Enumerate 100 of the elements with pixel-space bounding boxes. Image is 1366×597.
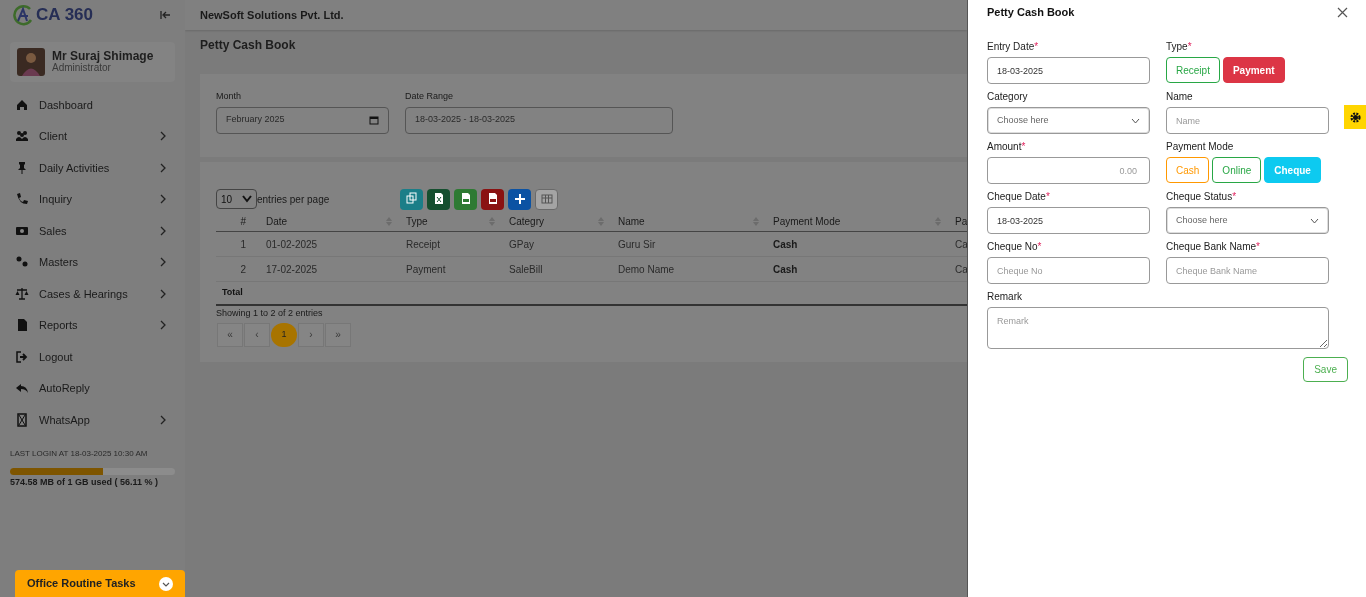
field-label: Name: [1166, 90, 1194, 103]
table-cell-text: SaleBill: [508, 262, 544, 277]
nav-item[interactable]: Cases & Hearings: [0, 278, 185, 310]
column-header[interactable]: Name: [608, 211, 763, 231]
nav-item[interactable]: AutoReply: [0, 372, 185, 404]
input-field[interactable]: Cheque Bank Name: [1166, 257, 1329, 284]
chevron-icon: [159, 225, 167, 236]
table-cell-text: Payment: [405, 262, 447, 277]
page-button[interactable]: ‹: [244, 322, 270, 347]
panel-title: Petty Cash Book: [987, 5, 1075, 21]
toggle-button[interactable]: Cash: [1166, 157, 1210, 183]
column-header[interactable]: #: [216, 211, 256, 231]
csv-button[interactable]: [454, 188, 478, 210]
nav-item[interactable]: Daily Activities: [0, 152, 185, 184]
storage-text: 574.58 MB of 1 GB used ( 56.11 % ): [9, 475, 160, 489]
column-header[interactable]: Date: [256, 211, 396, 231]
column-header[interactable]: Type: [396, 211, 499, 231]
input-field[interactable]: 18-03-2025: [987, 207, 1150, 234]
field-label: Remark: [987, 290, 1023, 303]
avatar-icon: [17, 48, 45, 76]
input-field[interactable]: 18-03-2025: [987, 57, 1150, 84]
input-field[interactable]: Cheque No: [987, 257, 1150, 284]
input-field[interactable]: Name: [1166, 107, 1329, 134]
entries-label: entries per page: [257, 192, 330, 207]
field-label: Cheque Bank Name*: [1166, 240, 1261, 253]
calendar-icon: [369, 115, 379, 125]
field-label: Cheque Date*: [987, 190, 1051, 203]
nav-icon: [15, 286, 29, 301]
chevron-down-icon: [1310, 217, 1319, 224]
close-icon[interactable]: [1337, 7, 1348, 18]
chevron-icon: [159, 320, 167, 331]
page-button[interactable]: 1: [271, 322, 297, 347]
nav-item[interactable]: Client: [0, 120, 185, 152]
chevron-down-icon: [159, 576, 173, 591]
nav-item[interactable]: Dashboard: [0, 89, 185, 121]
nav-icon: [15, 129, 29, 144]
table-cell-text: Guru Sir: [617, 237, 657, 252]
company-name: NewSoft Solutions Pvt. Ltd.: [200, 7, 344, 23]
last-login: LAST LOGIN AT 18-03-2025 10:30 AM: [9, 447, 149, 460]
column-header[interactable]: Categry: [499, 211, 608, 231]
month-field[interactable]: February 2025: [216, 106, 389, 134]
select-field[interactable]: Choose here: [1166, 207, 1329, 234]
column-header[interactable]: Pa: [945, 211, 967, 231]
nav-item[interactable]: Masters: [0, 246, 185, 278]
table-cell-text: Cash: [772, 237, 799, 252]
logo-icon: [12, 4, 34, 26]
chevron-icon: [159, 131, 167, 142]
table-cell-text: GPay: [508, 237, 535, 252]
toggle-button[interactable]: Online: [1212, 157, 1262, 183]
table-cell-text: Cash: [772, 262, 799, 277]
chevron-icon: [159, 414, 167, 425]
user-card[interactable]: Mr Suraj Shimage Administrator: [10, 42, 175, 82]
nav-item[interactable]: WhatsApp: [0, 404, 185, 436]
remark-field[interactable]: Remark: [987, 307, 1329, 349]
table-cell-text: Ca: [954, 237, 967, 252]
user-name: Mr Suraj Shimage: [52, 50, 154, 62]
page-title: Petty Cash Book: [200, 37, 297, 54]
columns-icon: [539, 192, 554, 206]
nav-item[interactable]: Inquiry: [0, 183, 185, 215]
collapse-icon[interactable]: [159, 9, 171, 21]
field-label: Amount*: [987, 140, 1027, 153]
field-label: Cheque No*: [987, 240, 1043, 253]
toggle-button[interactable]: Receipt: [1166, 57, 1220, 83]
chevron-down-icon: [1131, 117, 1140, 124]
toggle-button[interactable]: Payment: [1222, 57, 1285, 83]
chevron-icon: [159, 162, 167, 173]
nav-item[interactable]: Sales: [0, 215, 185, 247]
caret-icon: [242, 195, 252, 203]
user-role: Administrator: [52, 62, 111, 74]
pdf-button[interactable]: [481, 188, 505, 210]
logo-text: CA 360: [36, 4, 93, 27]
table-cell-text: 01-02-2025: [265, 237, 319, 252]
nav-item[interactable]: Reports: [0, 309, 185, 341]
page-button[interactable]: «: [217, 322, 243, 347]
plus-icon: [512, 192, 527, 206]
table-cell-text: Ca: [954, 262, 967, 277]
settings-button[interactable]: [1344, 105, 1366, 129]
page-size-select[interactable]: 10: [216, 189, 257, 209]
settings-icon: [1350, 111, 1361, 123]
nav-icon: [15, 192, 29, 207]
field-label: Date Range: [405, 90, 455, 103]
page-button[interactable]: »: [325, 322, 351, 347]
select-field[interactable]: Choose here: [987, 107, 1150, 134]
field-label: Month: [216, 90, 242, 103]
nav-icon: [15, 318, 29, 333]
excel-button[interactable]: [427, 188, 451, 210]
nav-item[interactable]: Logout: [0, 341, 185, 373]
nav-icon: [15, 412, 29, 427]
office-tasks-button[interactable]: Office Routine Tasks: [15, 570, 185, 597]
date-range-field[interactable]: 18-03-2025 - 18-03-2025: [405, 106, 673, 134]
copy-icon: [404, 192, 419, 206]
column-header[interactable]: Payment Mode: [763, 211, 945, 231]
page-button[interactable]: ›: [298, 322, 324, 347]
nav-icon: [15, 349, 29, 364]
nav-icon: [15, 97, 29, 112]
amount-field[interactable]: 0.00: [987, 157, 1150, 184]
table-cell-text: Demo Name: [617, 262, 676, 277]
save-button[interactable]: Save: [1303, 357, 1348, 382]
add-button[interactable]: [508, 188, 532, 210]
field-label: Entry Date*: [987, 40, 1040, 53]
